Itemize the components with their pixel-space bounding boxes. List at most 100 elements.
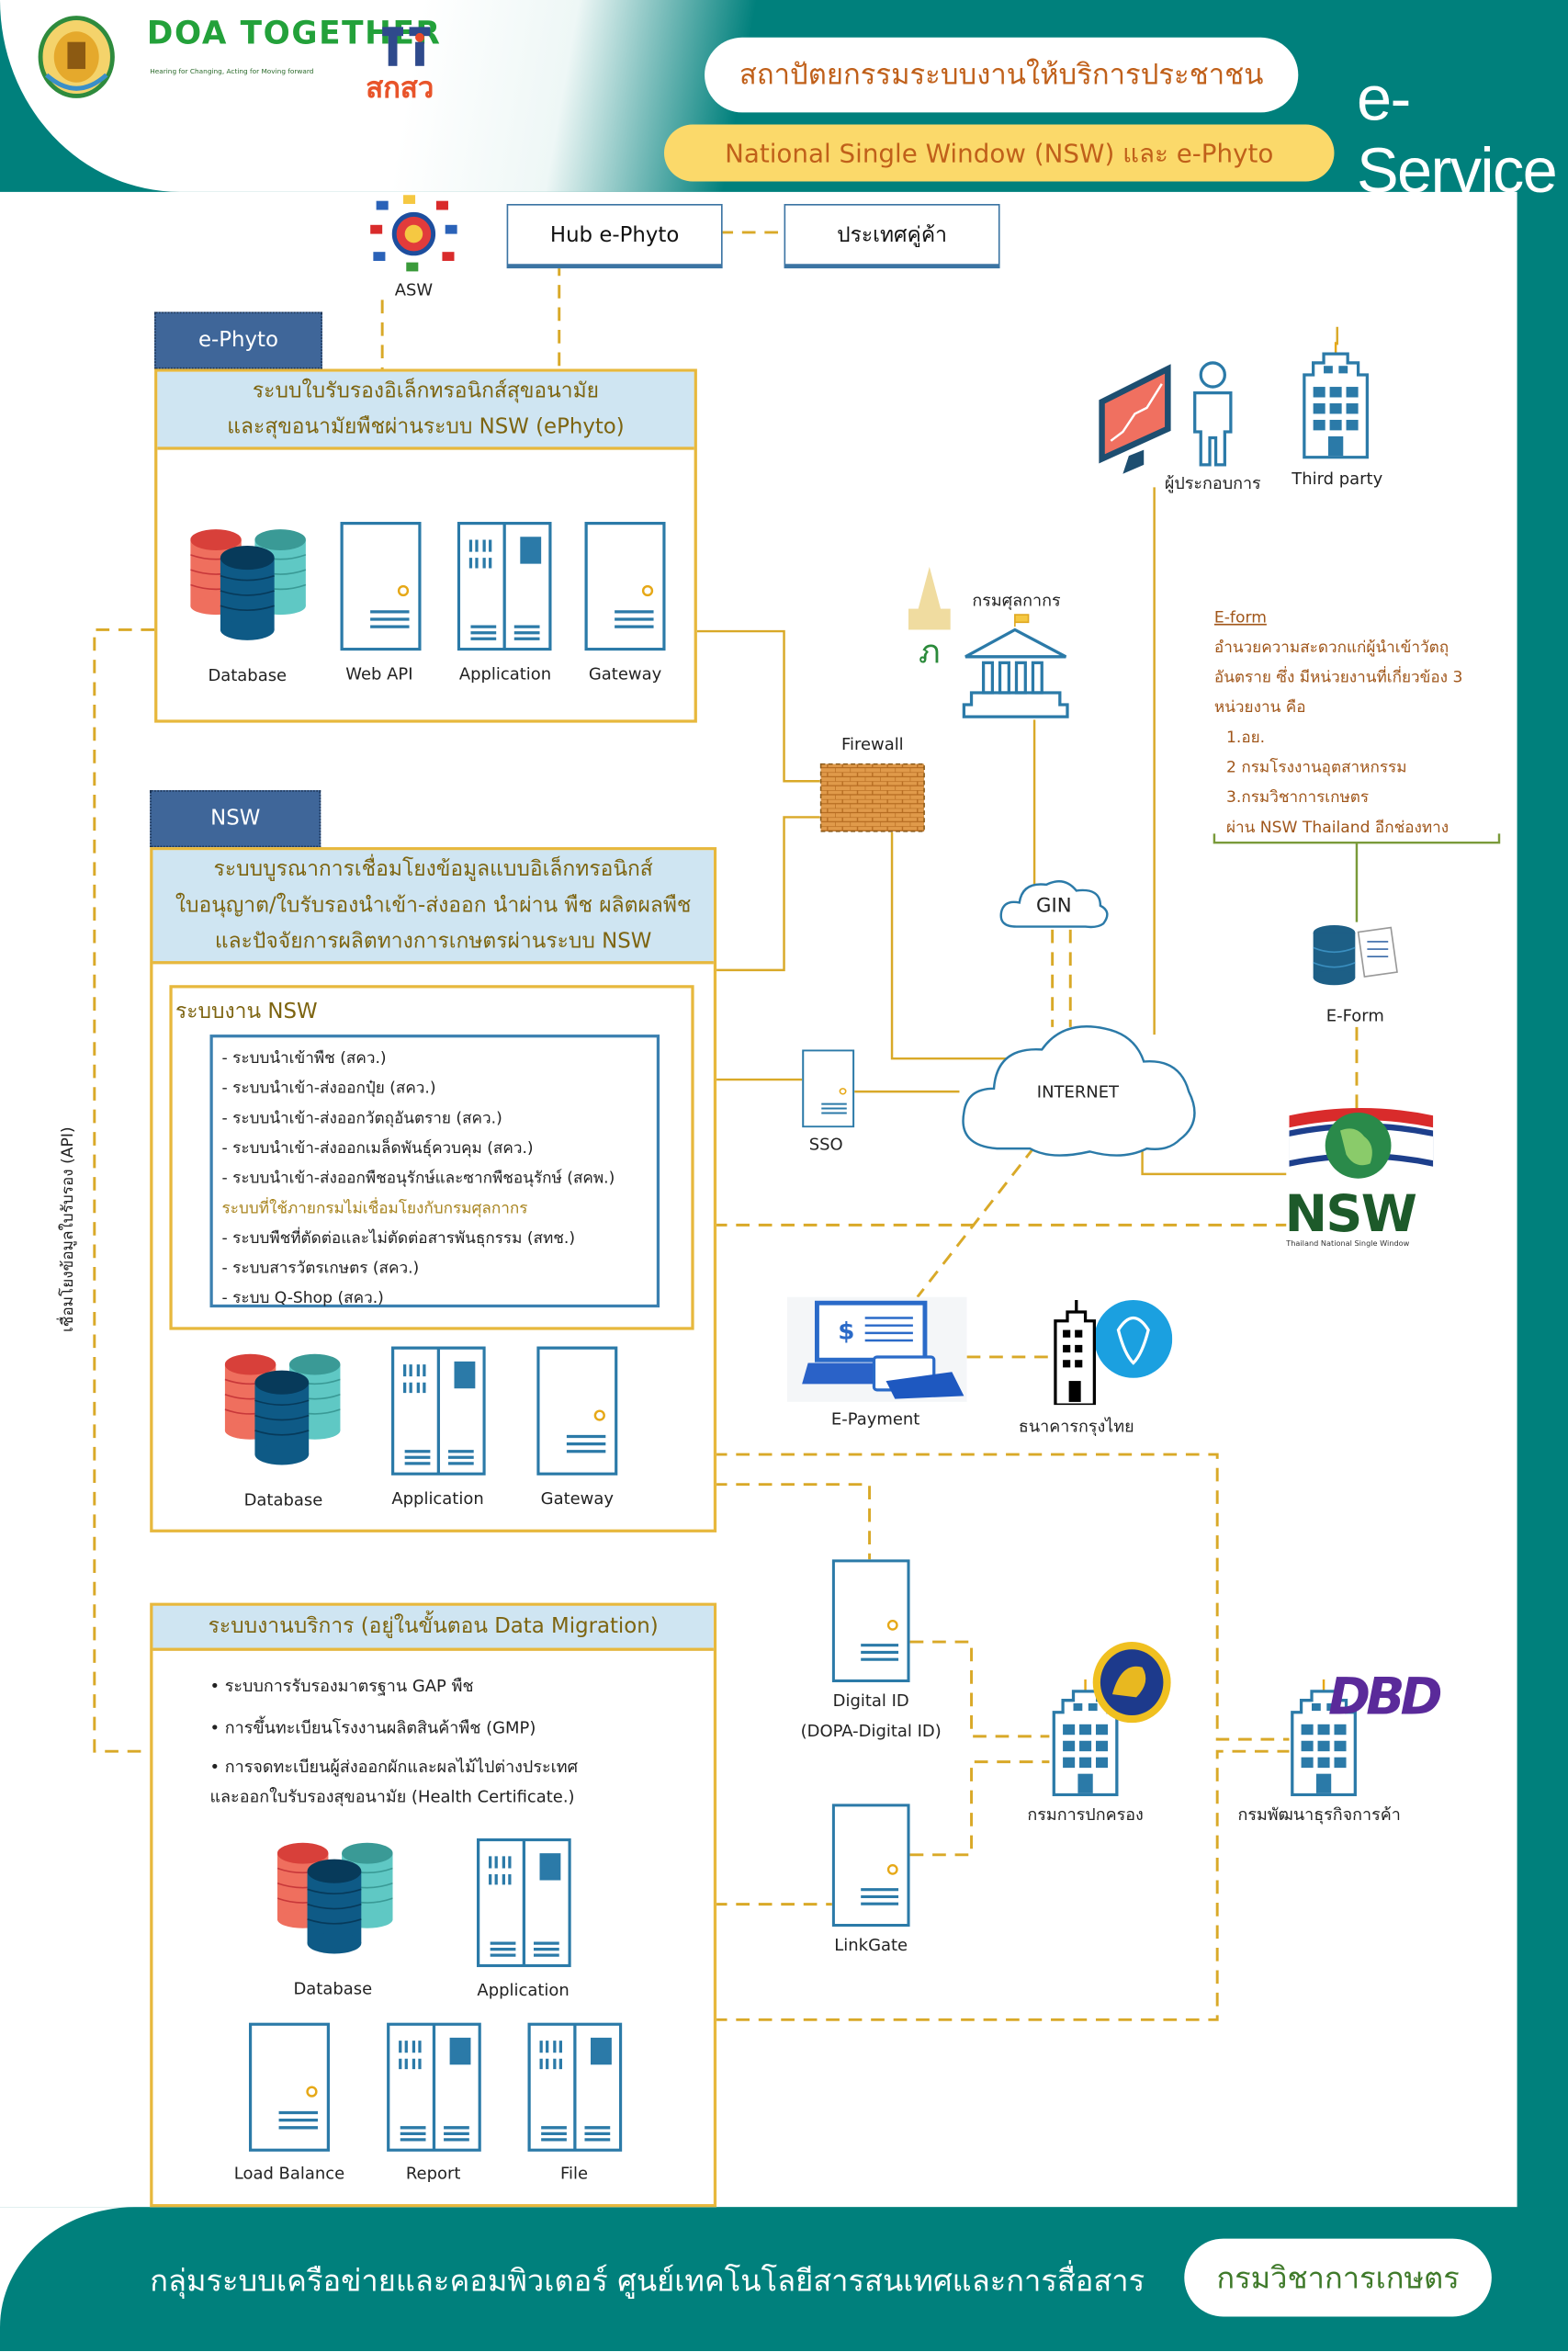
component-label: Database xyxy=(208,665,288,685)
link-api-left xyxy=(93,628,155,1753)
nsw-logo-text: NSW xyxy=(1284,1184,1417,1245)
service-bullet: • การจดทะเบียนผู้ส่งออกผักและผลไม้ไปต่าง… xyxy=(209,1757,578,1777)
linkgate-label: LinkGate xyxy=(834,1935,908,1956)
eform-agency: 3.กรมวิชาการเกษตร xyxy=(1225,788,1370,808)
database-icon xyxy=(276,1838,393,1955)
eform-line: อำนวยความสะดวกแก่ผู้นำเข้าวัตถุ xyxy=(1213,639,1450,657)
component-label: Report xyxy=(405,2163,461,2184)
nsw-systems-list: - ระบบนำเข้าพืช (สคว.) - ระบบนำเข้า-ส่งอ… xyxy=(209,1035,660,1308)
link-service-dbd xyxy=(713,1749,1290,2021)
eform-icon-label: E-Form xyxy=(1325,1006,1384,1026)
gateway-server-icon xyxy=(536,1346,618,1476)
dbd-logo: DBD xyxy=(1327,1667,1443,1728)
ephyto-title-line: ระบบใบรับรองอิเล็กทรอนิกส์สุขอนามัย xyxy=(252,379,600,404)
svg-text:ภ: ภ xyxy=(919,633,941,669)
third-party-label: Third party xyxy=(1292,469,1383,490)
partner-country-box: ประเทศคู่ค้า xyxy=(784,203,1000,269)
list-item: - ระบบนำเข้าพืช (สคว.) xyxy=(221,1049,387,1068)
eform-agency: 1.อย. xyxy=(1225,729,1266,747)
report-server-icon xyxy=(387,2022,481,2152)
ephyto-tag: e-Phyto xyxy=(154,311,322,369)
component-label: Gateway xyxy=(540,1488,614,1509)
krungthai-bank-building-icon xyxy=(1049,1297,1173,1406)
nsw-title-line: และปัจจัยการผลิตทางการเกษตรผ่านระบบ NSW xyxy=(214,929,652,954)
list-item: - ระบบนำเข้า-ส่งออกเมล็ดพันธุ์ควบคุม (สค… xyxy=(221,1139,534,1158)
link-ephyto-firewall xyxy=(694,629,820,783)
eform-line: หน่วยงาน คือ xyxy=(1213,698,1306,718)
eform-database-document-icon xyxy=(1310,921,1403,992)
ephyto-title-line: และสุขอนามัยพืชผ่านระบบ NSW (ePhyto) xyxy=(227,415,625,440)
digital-id-server-icon xyxy=(831,1559,910,1683)
link-internet-epayment xyxy=(916,1146,1036,1298)
linkgate-server-icon xyxy=(831,1804,910,1928)
list-item: - ระบบนำเข้า-ส่งออกปุ๋ย (สคว.) xyxy=(221,1080,436,1098)
api-link-label: เชื่อมโยงข้อมูลใบรับรอง (API) xyxy=(59,1126,78,1333)
digital-id-label: Digital ID xyxy=(832,1690,909,1712)
component-label: Application xyxy=(477,1980,570,2001)
database-icon xyxy=(224,1350,341,1466)
customs-emblem-icon: ภ xyxy=(899,566,959,669)
service-panel-header: ระบบงานบริการ (อยู่ในขั้นตอน Data Migrat… xyxy=(152,1605,714,1651)
component-label: File xyxy=(560,2163,589,2184)
svg-text:$: $ xyxy=(838,1317,854,1345)
dbd-label: กรมพัฒนาธุรกิจการค้า xyxy=(1237,1804,1401,1826)
component-label: Web API xyxy=(345,663,413,684)
nsw-title-line: ระบบบูรณาการเชื่อมโยงข้อมูลแบบอิเล็กทรอน… xyxy=(213,857,653,882)
service-bullet: • ระบบการรับรองมาตรฐาน GAP พืช xyxy=(209,1676,474,1696)
firewall-icon xyxy=(819,763,925,832)
service-bullet: • การขึ้นทะเบียนโรงงานผลิตสินค้าพืช (GMP… xyxy=(209,1718,536,1738)
eform-line: อันตราย ซึ่ง มีหน่วยงานที่เกี่ยวข้อง 3 xyxy=(1213,668,1463,687)
list-item: - ระบบพืชที่ตัดต่อและไม่ตัดต่อสารพันธุกร… xyxy=(221,1229,576,1248)
internet-label: INTERNET xyxy=(1036,1082,1120,1102)
component-label: Load Balance xyxy=(233,2163,345,2184)
database-icon xyxy=(190,525,306,641)
nsw-systems-title: ระบบงาน NSW xyxy=(175,1000,318,1024)
ktb-label: ธนาคารกรุงไทย xyxy=(1018,1417,1134,1437)
eform-agency: ผ่าน NSW Thailand อีกช่องทาง xyxy=(1225,819,1450,837)
application-server-icon xyxy=(390,1346,486,1476)
third-party-building-icon xyxy=(1298,342,1373,459)
sso-label: SSO xyxy=(808,1135,843,1155)
nsw-tag: NSW xyxy=(150,790,321,848)
component-label: Application xyxy=(391,1488,484,1509)
component-label: Gateway xyxy=(588,663,662,684)
architecture-diagram: DOA TOGETHER Hearing for Changing, Actin… xyxy=(0,0,1568,2351)
customs-building-icon xyxy=(959,612,1071,720)
footer-department-text: กลุ่มระบบเครือข่ายและคอมพิวเตอร์ ศูนย์เท… xyxy=(150,2262,1145,2299)
dopa-label: กรมการปกครอง xyxy=(1027,1804,1144,1826)
operator-computer-user-icon xyxy=(1099,360,1243,477)
list-item: - ระบบสารวัตรเกษตร (สคว.) xyxy=(221,1259,420,1278)
link-nsw-dbd xyxy=(713,1453,1290,1741)
nsw-title-line: ใบอนุญาต/ใบรับรองนำเข้า-ส่งออก นำผ่าน พื… xyxy=(175,893,692,918)
file-server-icon xyxy=(527,2022,623,2152)
web-api-server-icon xyxy=(340,521,422,651)
hub-ephyto-box: Hub e-Phyto xyxy=(506,203,723,269)
operator-label: ผู้ประกอบการ xyxy=(1164,473,1261,493)
nsw-flag-globe-icon xyxy=(1289,1106,1434,1190)
component-label: Application xyxy=(458,663,552,684)
firewall-label: Firewall xyxy=(840,734,904,754)
list-item: - ระบบนำเข้า-ส่งออกพืชอนุรักษ์และซากพืชอ… xyxy=(221,1169,615,1188)
dopa-seal-icon xyxy=(1091,1640,1172,1724)
footer-org-badge: กรมวิชาการเกษตร xyxy=(1184,2238,1492,2317)
list-item: - ระบบ Q-Shop (สคว.) xyxy=(221,1289,384,1308)
component-label: Database xyxy=(243,1490,323,1510)
load-balance-server-icon xyxy=(248,2022,331,2152)
service-bullet: และออกใบรับรองสุขอนามัย (Health Certific… xyxy=(209,1787,575,1807)
eform-agency: 2 กรมโรงงานอุตสาหกรรม xyxy=(1225,758,1407,777)
link-nsw-digitalid xyxy=(713,1483,872,1560)
asean-flags-icon xyxy=(370,195,457,273)
epayment-label: E-Payment xyxy=(830,1409,920,1430)
application-server-icon xyxy=(457,521,552,651)
list-item: - ระบบนำเข้า-ส่งออกวัตถุอันตราย (สคว.) xyxy=(221,1109,502,1128)
sso-server-icon xyxy=(802,1049,855,1128)
asw-label: ASW xyxy=(394,280,434,300)
application-server-icon xyxy=(476,1838,571,1968)
ephyto-panel-header: ระบบใบรับรองอิเล็กทรอนิกส์สุขอนามัย และส… xyxy=(157,371,694,450)
gateway-server-icon xyxy=(584,521,666,651)
component-label: Database xyxy=(293,1979,373,1999)
internal-systems-note: ระบบที่ใช้ภายกรมไม่เชื่อมโยงกับกรมศุลกาก… xyxy=(221,1199,528,1218)
epayment-laptop-card-icon: $ xyxy=(786,1296,967,1402)
nsw-panel-header: ระบบบูรณาการเชื่อมโยงข้อมูลแบบอิเล็กทรอน… xyxy=(152,850,714,965)
digital-id-sublabel: (DOPA-Digital ID) xyxy=(800,1721,942,1741)
